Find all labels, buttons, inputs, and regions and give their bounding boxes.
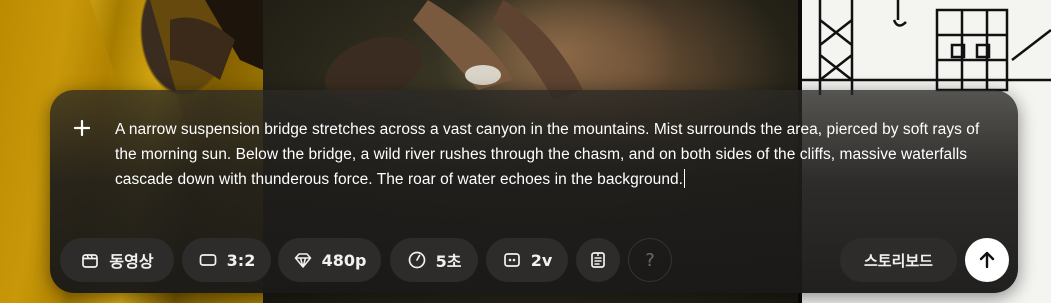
storyboard-button[interactable]: 스토리보드 <box>840 238 957 282</box>
duration-button[interactable]: 5초 <box>390 238 478 282</box>
storyboard-label: 스토리보드 <box>863 251 933 270</box>
presets-button[interactable] <box>576 238 620 282</box>
help-button[interactable]: ? <box>628 238 672 282</box>
aspect-ratio-icon <box>199 254 217 266</box>
prompt-text: A narrow suspension bridge stretches acr… <box>115 121 980 188</box>
aspect-ratio-button[interactable]: 3:2 <box>182 238 271 282</box>
mode-label: 동영상 <box>109 252 154 271</box>
send-button[interactable] <box>965 238 1009 282</box>
mode-selector-button[interactable]: 동영상 <box>60 238 174 282</box>
aspect-ratio-label: 3:2 <box>226 250 256 270</box>
variations-button[interactable]: 2v <box>486 238 568 282</box>
prompt-composer: A narrow suspension bridge stretches acr… <box>50 90 1018 293</box>
duration-label: 5초 <box>435 252 462 271</box>
variations-icon <box>503 253 520 267</box>
preset-list-icon <box>591 252 605 268</box>
clock-icon <box>408 251 425 269</box>
variations-label: 2v <box>530 250 553 270</box>
plus-icon <box>73 119 91 137</box>
help-label: ? <box>645 249 655 271</box>
resolution-label: 480p <box>321 250 367 270</box>
add-attachment-button[interactable] <box>70 116 94 140</box>
prompt-input[interactable]: A narrow suspension bridge stretches acr… <box>115 117 1005 192</box>
arrow-up-icon <box>979 251 995 269</box>
diamond-icon <box>294 253 311 268</box>
resolution-button[interactable]: 480p <box>278 238 381 282</box>
video-clapper-icon <box>82 254 99 268</box>
text-caret <box>684 169 686 188</box>
